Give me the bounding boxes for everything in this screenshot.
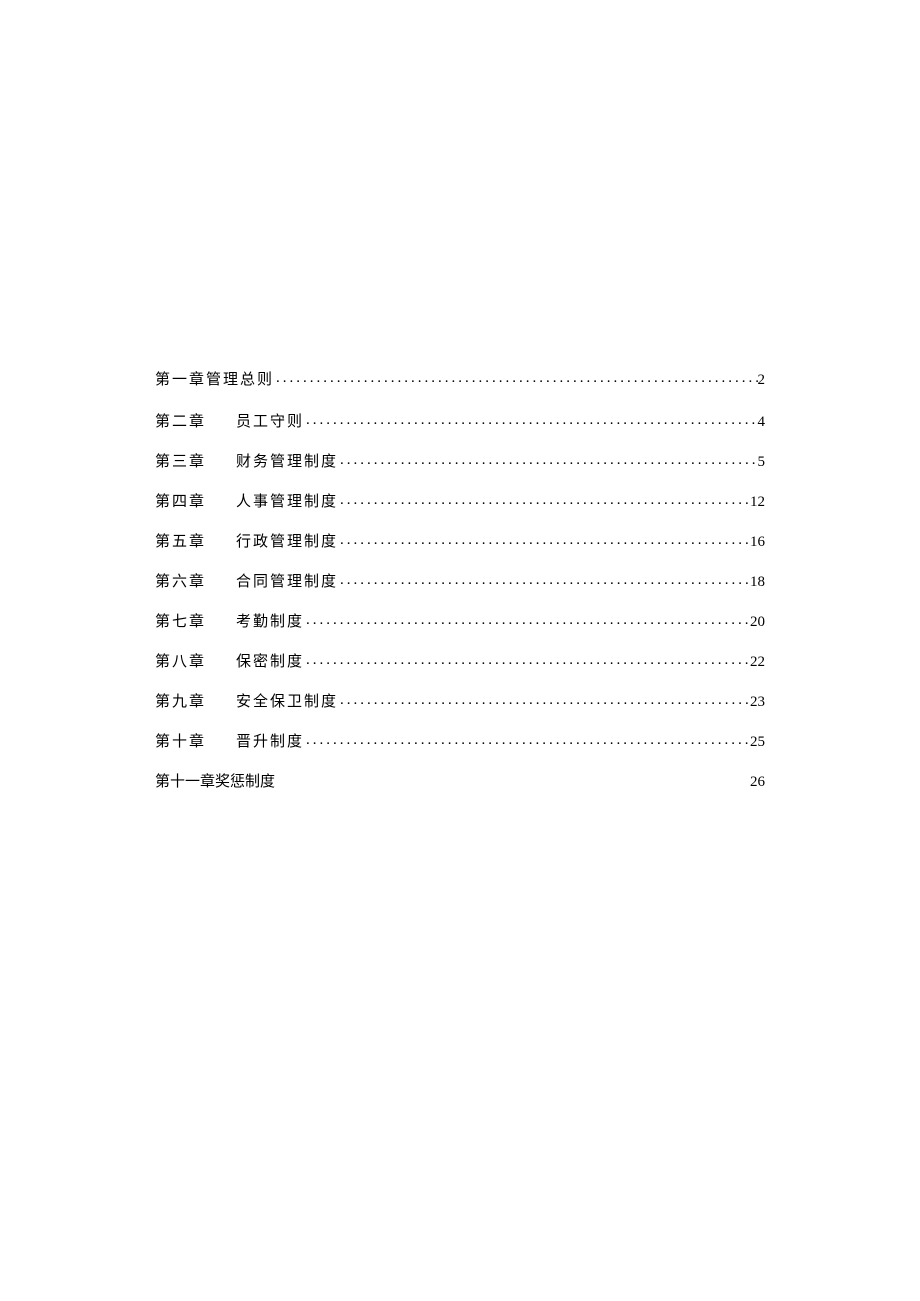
toc-title: 安全保卫制度: [236, 692, 338, 713]
toc-gap: [206, 692, 236, 713]
toc-entry: 第十一章奖惩制度 26: [155, 772, 765, 793]
toc-title: 保密制度: [236, 652, 304, 673]
toc-gap: [206, 612, 236, 633]
toc-entry: 第一章管理总则 2: [155, 370, 765, 391]
toc-page-number: 12: [750, 492, 765, 513]
toc-title: 考勤制度: [236, 612, 304, 633]
toc-leader-dots: [338, 570, 750, 591]
toc-page-number: 2: [758, 370, 766, 391]
toc-chapter: 第四章: [155, 492, 206, 513]
toc-leader-dots: [338, 450, 757, 471]
toc-gap: [206, 412, 236, 433]
toc-chapter: 第八章: [155, 652, 206, 673]
toc-container: 第一章管理总则 2 第二章 员工守则 4 第三章 财务管理制度 5 第四章 人事…: [155, 370, 765, 812]
toc-entry: 第四章 人事管理制度 12: [155, 492, 765, 513]
toc-chapter: 第六章: [155, 572, 206, 593]
toc-chapter: 第十章: [155, 732, 206, 753]
toc-entry: 第三章 财务管理制度 5: [155, 452, 765, 473]
toc-chapter-title: 第一章管理总则: [155, 370, 274, 391]
toc-gap: [206, 572, 236, 593]
toc-leader-dots: [304, 730, 750, 751]
toc-chapter-title: 第十一章奖惩制度: [155, 772, 275, 793]
toc-page-number: 22: [750, 652, 765, 673]
toc-leader-dots: [304, 610, 750, 631]
toc-page-number: 5: [758, 452, 766, 473]
toc-title: 晋升制度: [236, 732, 304, 753]
toc-chapter: 第五章: [155, 532, 206, 553]
toc-entry: 第十章 晋升制度 25: [155, 732, 765, 753]
toc-entry: 第二章 员工守则 4: [155, 412, 765, 433]
toc-entry: 第七章 考勤制度 20: [155, 612, 765, 633]
toc-page-number: 4: [758, 412, 766, 433]
toc-title: 财务管理制度: [236, 452, 338, 473]
toc-chapter: 第二章: [155, 412, 206, 433]
toc-page-number: 16: [750, 532, 765, 553]
toc-gap: [206, 652, 236, 673]
toc-gap: [206, 452, 236, 473]
toc-page-number: 18: [750, 572, 765, 593]
toc-entry: 第九章 安全保卫制度 23: [155, 692, 765, 713]
toc-entry: 第八章 保密制度 22: [155, 652, 765, 673]
toc-chapter: 第九章: [155, 692, 206, 713]
toc-gap: [206, 492, 236, 513]
toc-leader-dots: [304, 650, 750, 671]
toc-entry: 第五章 行政管理制度 16: [155, 532, 765, 553]
toc-leader-dots: [274, 368, 757, 389]
toc-title: 合同管理制度: [236, 572, 338, 593]
toc-leader-dots: [338, 530, 750, 551]
toc-gap: [206, 732, 236, 753]
toc-leader-dots: [338, 690, 750, 711]
toc-entry: 第六章 合同管理制度 18: [155, 572, 765, 593]
toc-page-number: 23: [750, 692, 765, 713]
toc-chapter: 第三章: [155, 452, 206, 473]
toc-page-number: 20: [750, 612, 765, 633]
toc-page-number: 26: [750, 772, 765, 793]
toc-leader-dots: [338, 490, 750, 511]
toc-leader-dots: [304, 410, 757, 431]
toc-chapter: 第七章: [155, 612, 206, 633]
toc-title: 人事管理制度: [236, 492, 338, 513]
toc-gap: [206, 532, 236, 553]
toc-page-number: 25: [750, 732, 765, 753]
toc-title: 行政管理制度: [236, 532, 338, 553]
toc-title: 员工守则: [236, 412, 304, 433]
